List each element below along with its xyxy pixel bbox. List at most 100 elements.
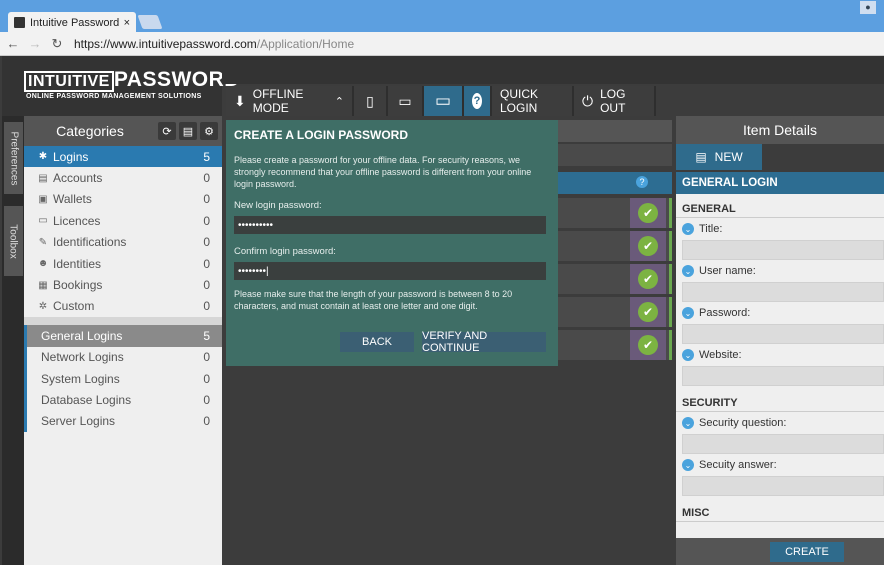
category-count: 0 xyxy=(203,235,210,250)
tab-preferences[interactable]: Preferences xyxy=(4,122,23,194)
browser-tab[interactable]: Intuitive Password - Onlin × xyxy=(8,12,136,33)
category-count: 5 xyxy=(203,149,210,164)
title-field[interactable] xyxy=(682,240,884,260)
back-arrow-icon[interactable]: ← xyxy=(4,36,22,51)
main-toolbar: ⬇ OFFLINE MODE ⌃ ▯ ▭ ▭ ? QUICK LOGIN ⏻ L… xyxy=(226,86,656,116)
reload-icon[interactable]: ↻ xyxy=(48,36,66,52)
card-icon: ▭ xyxy=(38,215,48,227)
list-row[interactable]: ✔ xyxy=(558,330,672,360)
categories-title: Categories xyxy=(56,123,124,139)
dialog-description: Please create a password for your offlin… xyxy=(234,155,532,189)
category-custom[interactable]: ✲ Custom 0 xyxy=(24,296,222,317)
chevron-down-icon[interactable]: ⌄ xyxy=(682,349,694,361)
new-item-button[interactable]: ▤ NEW xyxy=(676,144,762,170)
category-count: 0 xyxy=(203,256,210,271)
username-field[interactable] xyxy=(682,282,884,302)
user-profile-icon[interactable]: ● xyxy=(860,1,876,14)
power-icon: ⏻ xyxy=(582,92,594,109)
logout-label: LOG OUT xyxy=(600,87,626,115)
wallet-icon: ▣ xyxy=(38,193,48,205)
list-row[interactable]: ✔ xyxy=(558,231,672,261)
category-bookings[interactable]: ▦ Bookings 0 xyxy=(24,274,222,295)
desktop-view-button[interactable]: ▭ xyxy=(424,86,464,116)
people-icon: ☻ xyxy=(37,258,49,270)
app-root: INTUITIVEPASSWORDTM ONLINE PASSWORD MANA… xyxy=(0,56,884,565)
chevron-down-icon[interactable]: ⌄ xyxy=(682,417,694,429)
list-header xyxy=(558,120,672,142)
confirm-password-field[interactable]: ••••••••| xyxy=(234,262,546,280)
field-username-label: ⌄ User name: xyxy=(676,260,884,282)
url-path: /Application/Home xyxy=(256,36,355,51)
chevron-down-icon[interactable]: ⌄ xyxy=(682,265,694,277)
create-button[interactable]: CREATE xyxy=(770,542,844,562)
list-row[interactable]: ✔ xyxy=(558,264,672,294)
security-question-field[interactable] xyxy=(682,434,884,454)
field-password-label: ⌄ Password: xyxy=(676,302,884,324)
field-title-label: ⌄ Title: xyxy=(676,218,884,240)
refresh-icon[interactable]: ⟳ xyxy=(158,122,176,140)
chevron-down-icon[interactable]: ⌄ xyxy=(682,223,694,235)
calendar-icon: ▦ xyxy=(38,279,48,291)
new-password-field[interactable]: •••••••••• xyxy=(234,216,546,234)
phone-icon: ▯ xyxy=(366,92,374,109)
field-security-answer-label: ⌄ Secuity answer: xyxy=(676,454,884,476)
phone-view-button[interactable]: ▯ xyxy=(354,86,388,116)
category-wallets[interactable]: ▣ Wallets 0 xyxy=(24,189,222,210)
offline-mode-button[interactable]: ⬇ OFFLINE MODE ⌃ xyxy=(226,86,354,116)
logo: INTUITIVEPASSWORDTM ONLINE PASSWORD MANA… xyxy=(2,56,251,116)
categories-sidebar: Categories ⟳ ▤ ⚙ ✱ Logins 5 ▤ Accounts 0 ▣ Wa… xyxy=(24,116,222,565)
group-general-logins[interactable]: General Logins 5 xyxy=(24,325,222,347)
item-details-footer: CREATE xyxy=(676,538,884,565)
category-identities[interactable]: ☻ Identities 0 xyxy=(24,253,222,274)
list-subheader xyxy=(558,144,672,166)
back-button[interactable]: BACK xyxy=(340,332,414,352)
password-requirements-note: Please make sure that the length of your… xyxy=(234,289,513,311)
group-network-logins[interactable]: Network Logins 0 xyxy=(24,346,222,368)
tab-toolbox[interactable]: Toolbox xyxy=(4,206,23,276)
category-accounts[interactable]: ▤ Accounts 0 xyxy=(24,167,222,188)
security-answer-field[interactable] xyxy=(682,476,884,496)
vertical-tabs: Preferences Toolbox xyxy=(2,116,24,565)
confirm-password-label: Confirm login password: xyxy=(234,246,336,257)
list-row[interactable]: ✔ xyxy=(558,198,672,228)
help-button[interactable]: ? xyxy=(464,86,492,116)
section-general: GENERAL xyxy=(676,200,884,218)
list-row[interactable]: ✔ xyxy=(558,297,672,327)
quick-login-label: QUICK LOGIN xyxy=(500,87,539,115)
list-column-bar xyxy=(558,172,672,194)
chevron-down-icon[interactable]: ⌄ xyxy=(682,307,694,319)
group-count: 0 xyxy=(203,414,210,429)
check-icon: ✔ xyxy=(638,203,658,223)
new-item-label: NEW xyxy=(714,150,743,164)
group-database-logins[interactable]: Database Logins 0 xyxy=(24,389,222,411)
check-icon: ✔ xyxy=(638,269,658,289)
categories-header: Categories ⟳ ▤ ⚙ xyxy=(24,116,222,146)
quick-login-button[interactable]: QUICK LOGIN xyxy=(492,86,574,116)
download-icon: ⬇ xyxy=(234,92,246,109)
chevron-up-icon: ⌃ xyxy=(334,95,344,108)
group-count: 0 xyxy=(203,392,210,407)
book-icon[interactable]: ▤ xyxy=(179,122,197,140)
check-icon: ✔ xyxy=(638,236,658,256)
category-logins[interactable]: ✱ Logins 5 xyxy=(24,146,222,168)
website-field[interactable] xyxy=(682,366,884,386)
gear-icon[interactable]: ⚙ xyxy=(200,122,218,140)
forward-arrow-icon[interactable]: → xyxy=(26,36,44,51)
offline-mode-label: OFFLINE MODE xyxy=(252,87,304,115)
group-system-logins[interactable]: System Logins 0 xyxy=(24,367,222,390)
password-field[interactable] xyxy=(682,324,884,344)
tablet-view-button[interactable]: ▭ xyxy=(388,86,424,116)
verify-and-continue-button[interactable]: VERIFY AND CONTINUE xyxy=(422,330,546,354)
category-licences[interactable]: ▭ Licences 0 xyxy=(24,210,222,231)
url-input[interactable]: https://www.intuitivepassword.com/Applic… xyxy=(74,35,874,53)
category-count: 0 xyxy=(203,213,210,228)
chevron-down-icon[interactable]: ⌄ xyxy=(682,459,694,471)
category-identifications[interactable]: ✎ Identifications 0 xyxy=(24,232,222,253)
item-details-title: Item Details xyxy=(676,116,884,144)
document-icon: ▤ xyxy=(695,150,707,164)
group-server-logins[interactable]: Server Logins 0 xyxy=(24,410,222,433)
help-icon[interactable]: ? xyxy=(636,176,648,188)
tab-close-icon[interactable]: × xyxy=(124,17,130,29)
new-tab-button[interactable] xyxy=(137,15,163,29)
logout-button[interactable]: ⏻ LOG OUT xyxy=(574,86,656,116)
